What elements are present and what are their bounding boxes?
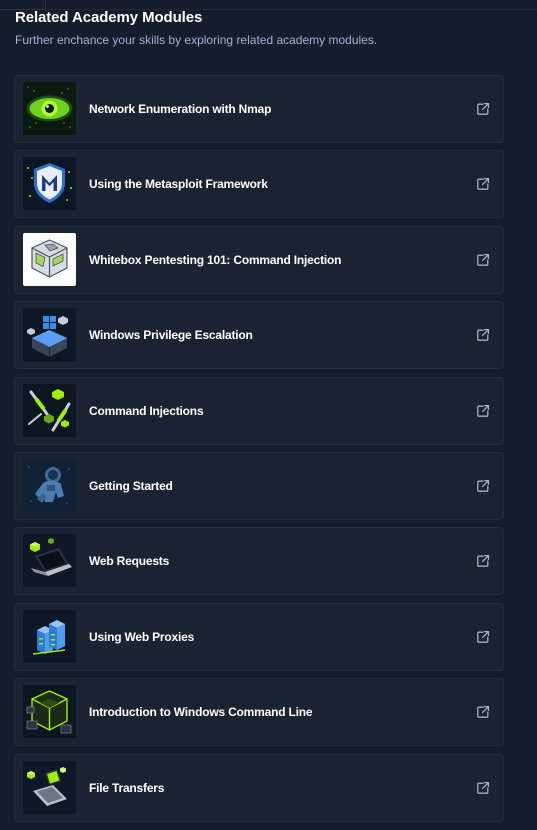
module-title: File Transfers: [89, 780, 165, 795]
module-title: Getting Started: [89, 478, 173, 493]
module-list: Network Enumeration with Nmap Using the …: [14, 75, 504, 829]
external-link-icon[interactable]: [476, 253, 490, 267]
external-link-icon[interactable]: [476, 177, 490, 191]
metasploit-shield-icon: [23, 157, 76, 211]
module-card-network-enumeration[interactable]: Network Enumeration with Nmap: [14, 75, 504, 143]
module-title: Whitebox Pentesting 101: Command Injecti…: [89, 252, 342, 267]
module-title: Network Enumeration with Nmap: [89, 102, 272, 116]
nmap-eye-icon: [23, 82, 76, 135]
module-card-getting-started[interactable]: Getting Started: [14, 451, 504, 520]
module-title: Using Web Proxies: [89, 629, 195, 644]
module-card-web-requests[interactable]: Web Requests: [14, 527, 504, 596]
command-line-cube-icon: [23, 685, 76, 739]
external-link-icon[interactable]: [476, 554, 490, 568]
external-link-icon[interactable]: [476, 781, 490, 795]
file-transfer-laptop-icon: [23, 760, 76, 814]
proxy-servers-icon: [23, 609, 76, 663]
module-card-command-injections[interactable]: Command Injections: [14, 376, 504, 445]
astronaut-icon: [23, 458, 76, 512]
section-header: Related Academy Modules Further enchance…: [15, 9, 377, 48]
module-card-whitebox-pentesting[interactable]: Whitebox Pentesting 101: Command Injecti…: [14, 225, 504, 294]
whitebox-cube-icon: [23, 232, 76, 286]
module-card-windows-command-line[interactable]: Introduction to Windows Command Line: [14, 678, 504, 747]
module-card-web-proxies[interactable]: Using Web Proxies: [14, 602, 504, 671]
module-title: Command Injections: [89, 403, 204, 418]
external-link-icon[interactable]: [476, 479, 490, 493]
windows-server-icon: [23, 308, 76, 362]
module-title: Using the Metasploit Framework: [89, 177, 268, 192]
laptop-cubes-icon: [23, 534, 76, 588]
module-card-windows-privilege-escalation[interactable]: Windows Privilege Escalation: [14, 301, 504, 370]
module-card-metasploit[interactable]: Using the Metasploit Framework: [14, 150, 504, 219]
module-card-file-transfers[interactable]: File Transfers: [14, 753, 504, 822]
module-title: Web Requests: [89, 554, 170, 569]
module-title: Introduction to Windows Command Line: [89, 705, 313, 720]
external-link-icon[interactable]: [476, 404, 490, 418]
external-link-icon[interactable]: [476, 328, 490, 342]
module-title: Windows Privilege Escalation: [89, 328, 253, 343]
section-title: Related Academy Modules: [15, 9, 203, 26]
section-subtitle: Further enchance your skills by explorin…: [15, 33, 378, 47]
external-link-icon[interactable]: [476, 630, 490, 644]
external-link-icon[interactable]: [476, 102, 490, 116]
command-injection-syringe-icon: [23, 383, 76, 437]
external-link-icon[interactable]: [476, 705, 490, 719]
